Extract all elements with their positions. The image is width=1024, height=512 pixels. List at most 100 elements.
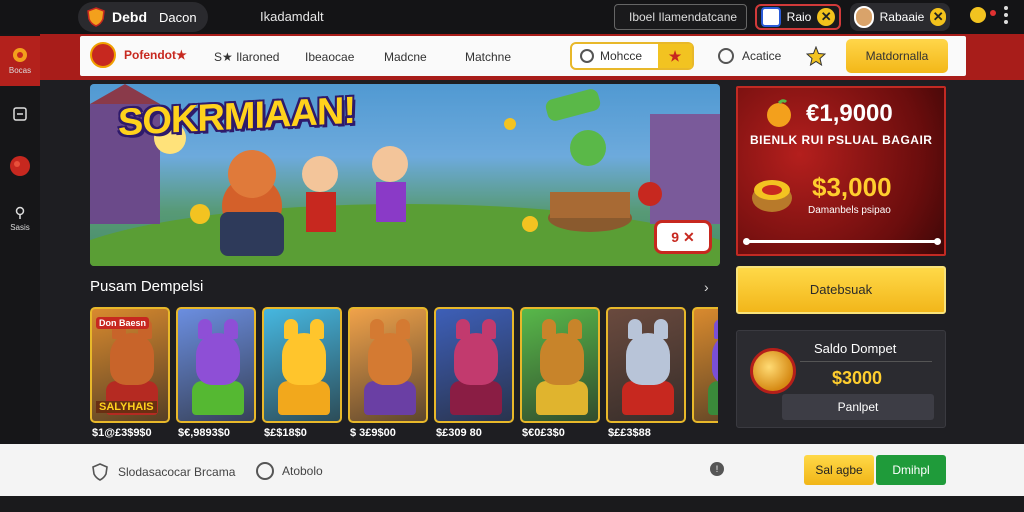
game-card-art: Don Baesn SALYHAIS: [90, 307, 170, 423]
wallet-action-button[interactable]: Panlpet: [782, 394, 934, 420]
character-head: [368, 333, 412, 385]
treasure-icon: [752, 180, 792, 212]
logo[interactable]: Debd Dacon: [78, 2, 208, 32]
game-card-price: $££3$88: [608, 427, 651, 439]
promo-caption: Damanbels psipao: [808, 205, 891, 216]
character-body: [364, 381, 416, 415]
nav-item-1[interactable]: S★ Ilaroned: [214, 50, 279, 64]
character-body: [278, 381, 330, 415]
game-card[interactable]: [692, 307, 718, 443]
promo-subtitle: BIENLK RUI PSLUAL BAGAIR: [750, 133, 933, 147]
bottom-secondary-button[interactable]: Sal agbe: [804, 455, 874, 485]
game-card-art: [176, 307, 256, 423]
notification-dot-icon: [990, 10, 996, 16]
game-card[interactable]: $€,9893$0: [176, 307, 256, 443]
character-head: [626, 333, 670, 385]
game-card-list: Don Baesn SALYHAIS $1@£3$9$0 $€,9893$0 $£$18…: [90, 307, 718, 443]
wallet-divider: [800, 361, 932, 362]
character-head: [110, 333, 154, 385]
nav-cta-button[interactable]: Matdornalla: [846, 39, 948, 73]
top-bar: Debd Dacon Ikadamdalt Iboel Ilamendatcan…: [0, 0, 1024, 34]
game-card-price: $ 3£9$00: [350, 427, 396, 439]
close-icon[interactable]: ✕: [817, 8, 835, 26]
section-title: Pusam Dempelsi: [90, 278, 204, 295]
wallet-balance: $3000: [832, 368, 883, 388]
profile-chip-label: Rabaaie: [879, 10, 925, 24]
star-icon: ★: [658, 44, 692, 68]
close-icon[interactable]: ✕: [930, 8, 946, 26]
character-body: [450, 381, 502, 415]
more-menu-icon[interactable]: [1004, 6, 1008, 26]
top-search-field[interactable]: Iboel Ilamendatcane: [614, 4, 747, 30]
game-card-title: Don Baesn: [96, 317, 150, 329]
promo-amount-bonus: $3,000: [812, 172, 892, 202]
game-card[interactable]: $£$18$0: [262, 307, 342, 443]
sidebar-item-settings[interactable]: Sasis: [0, 206, 40, 232]
game-card[interactable]: $£309 80: [434, 307, 514, 443]
sidebar-item-document[interactable]: [0, 106, 40, 122]
pin-icon: [15, 206, 25, 219]
game-card-art: [262, 307, 342, 423]
bottom-link-2-label: Atobolo: [282, 464, 323, 478]
clock-icon: [718, 48, 734, 64]
game-card-price: $£$18$0: [264, 427, 307, 439]
game-card[interactable]: $££3$88: [606, 307, 686, 443]
logo-text: Debd: [112, 9, 147, 25]
document-icon: [13, 107, 27, 121]
promo-claim-button[interactable]: Datebsuak: [736, 266, 946, 314]
gift-icon: [13, 48, 27, 62]
character-ear: [714, 319, 718, 339]
game-card[interactable]: $ 3£9$00: [348, 307, 428, 443]
star-icon[interactable]: [806, 46, 826, 66]
nav-item-2[interactable]: Ibeaocae: [305, 50, 354, 64]
game-card-price: $€,9893$0: [178, 427, 230, 439]
character-head: [196, 333, 240, 385]
apple-icon: [767, 99, 791, 127]
bottom-link-1[interactable]: Slodasacocar Brcama: [90, 462, 235, 482]
chevron-right-icon[interactable]: ›: [704, 279, 709, 295]
promo-amount-primary: €1,9000: [806, 100, 893, 127]
help-icon: [256, 462, 274, 480]
nav-item-4[interactable]: Matchne: [465, 50, 511, 64]
nav-item-3[interactable]: Madcne: [384, 50, 427, 64]
wallet-title: Saldo Dompet: [814, 341, 897, 356]
footer-strip: [0, 496, 1024, 512]
game-card-price: $1@£3$9$0: [92, 427, 152, 439]
sidebar-item-games[interactable]: [0, 154, 40, 178]
shield-icon: [92, 463, 108, 481]
bottom-link-1-label: Slodasacocar Brcama: [118, 465, 236, 479]
info-icon[interactable]: !: [710, 462, 724, 476]
character-head: [712, 333, 718, 385]
game-card-art: [606, 307, 686, 423]
character-head: [454, 333, 498, 385]
wallet-coin-icon: [750, 348, 796, 394]
sidebar-item-label: Sasis: [10, 223, 30, 232]
game-card[interactable]: $€0£3$0: [520, 307, 600, 443]
brand-icon: [90, 42, 116, 68]
sidebar-item-home[interactable]: Bocas: [0, 36, 40, 86]
nav-item-5[interactable]: Acatice: [718, 48, 781, 64]
bottom-primary-button[interactable]: Dmihpl: [876, 455, 946, 485]
game-card-subtitle: SALYHAIS: [96, 401, 157, 413]
game-card-price: $£309 80: [436, 427, 482, 439]
badge-icon: [761, 7, 781, 27]
banner-close-button[interactable]: 9 ✕: [654, 220, 712, 254]
profile-chip[interactable]: Rabaaie ✕: [850, 3, 950, 31]
avatar: [854, 6, 874, 28]
tab-active-label: Mohcce: [600, 49, 643, 63]
character-body: [708, 381, 718, 415]
game-card-art: [348, 307, 428, 423]
app-root: Debd Dacon Ikadamdalt Iboel Ilamendatcan…: [0, 0, 1024, 512]
shield-logo-icon: [87, 7, 105, 27]
character-head: [540, 333, 584, 385]
promo-divider: [743, 238, 941, 245]
bottom-link-2[interactable]: Atobolo: [256, 462, 323, 480]
nav-brand[interactable]: Pofendot★: [90, 42, 187, 68]
game-card[interactable]: Don Baesn SALYHAIS $1@£3$9$0: [90, 307, 170, 443]
account-chip[interactable]: Raio ✕: [755, 4, 841, 30]
tab-active[interactable]: Mohcce ★: [570, 42, 694, 70]
game-card-art: [520, 307, 600, 423]
top-title: Ikadamdalt: [260, 9, 324, 24]
coin-icon[interactable]: [970, 7, 986, 23]
game-card-price: $€0£3$0: [522, 427, 565, 439]
